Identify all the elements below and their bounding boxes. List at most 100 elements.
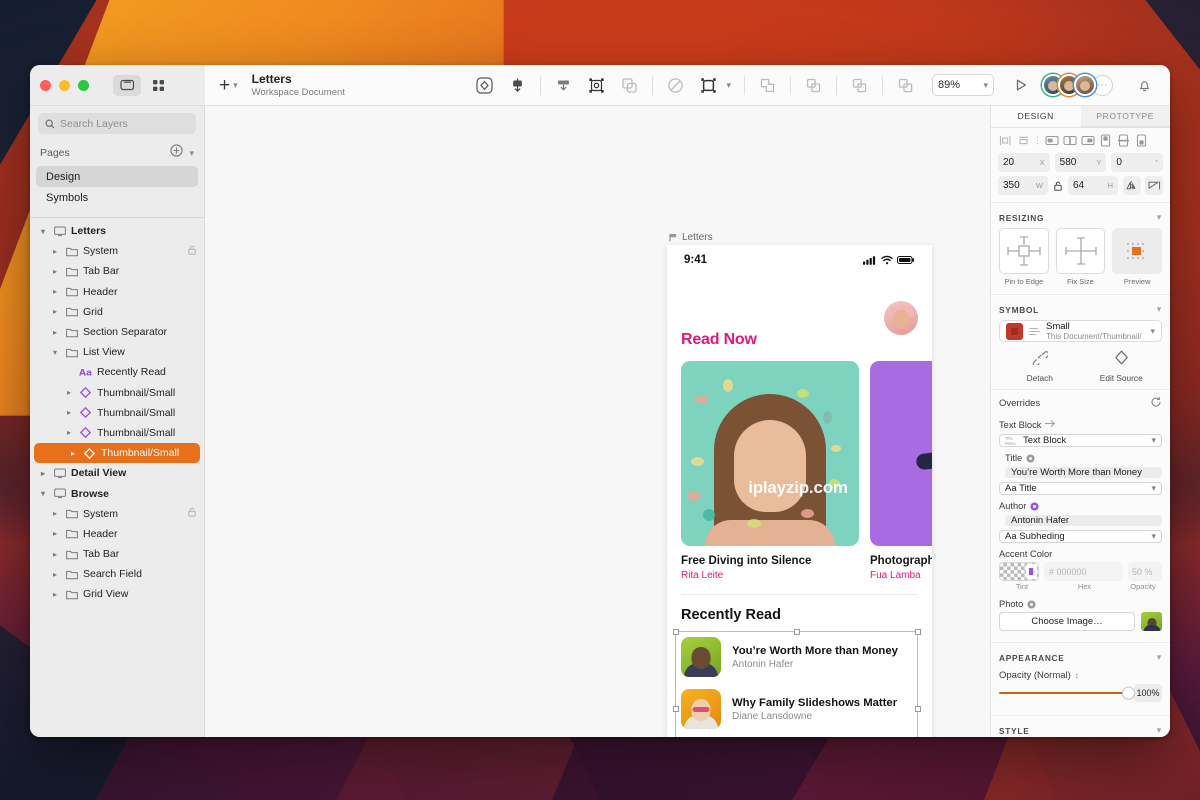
- tint-swatch[interactable]: [999, 562, 1039, 581]
- card[interactable]: Photographi Fua Lamba: [870, 361, 932, 581]
- page-item-design[interactable]: Design: [36, 166, 198, 187]
- grid-view-button[interactable]: [144, 75, 172, 96]
- style-section-header[interactable]: STYLE ▾: [991, 715, 1170, 737]
- bell-icon[interactable]: [1129, 72, 1160, 98]
- zoom-button[interactable]: [78, 80, 89, 91]
- boolean-difference-icon[interactable]: [890, 72, 921, 98]
- author-input[interactable]: Antonin Hafer: [1005, 515, 1162, 526]
- photo-thumbnail[interactable]: [1141, 612, 1162, 631]
- chevron-right-icon[interactable]: ▸: [50, 570, 60, 579]
- chevron-right-icon[interactable]: ▸: [50, 287, 60, 296]
- avatar[interactable]: [1074, 74, 1096, 96]
- chevron-right-icon[interactable]: ▸: [64, 408, 74, 417]
- rotation-field[interactable]: 0 °: [1111, 153, 1163, 172]
- boolean-subtract-icon[interactable]: [798, 72, 829, 98]
- chevron-right-icon[interactable]: ▸: [50, 509, 60, 518]
- align-right-button[interactable]: [1079, 133, 1096, 148]
- flip-vertical-icon[interactable]: [1145, 176, 1163, 195]
- align-bottom-button[interactable]: [1133, 133, 1150, 148]
- hex-input[interactable]: # 000000: [1044, 562, 1123, 581]
- slider-knob[interactable]: [1123, 688, 1134, 699]
- search-input[interactable]: Search Layers: [38, 113, 196, 134]
- tab-prototype[interactable]: PROTOTYPE: [1081, 106, 1171, 127]
- zoom-level-select[interactable]: 89% ▾: [932, 74, 994, 96]
- layer-row[interactable]: ▾Letters: [30, 221, 204, 241]
- collaborator-avatars[interactable]: ⋯: [1042, 74, 1113, 96]
- layer-row[interactable]: ▸Header: [30, 524, 204, 544]
- goto-icon[interactable]: [1045, 419, 1056, 430]
- chevron-down-icon[interactable]: ▾: [50, 348, 60, 357]
- override-toggle-icon[interactable]: [1030, 502, 1039, 511]
- align-top-button[interactable]: [1097, 133, 1114, 148]
- lock-icon[interactable]: [188, 245, 196, 258]
- text-block-select[interactable]: TitleName Text Block ▾: [999, 434, 1162, 447]
- mask-icon[interactable]: [614, 72, 645, 98]
- layer-row[interactable]: ▸Detail View: [30, 463, 204, 483]
- resize-preview-option[interactable]: Preview: [1112, 228, 1162, 286]
- artboard-letters[interactable]: 9:41 Read Now: [667, 245, 932, 737]
- minimize-button[interactable]: [59, 80, 70, 91]
- chevron-right-icon[interactable]: ▸: [50, 247, 60, 256]
- align-more-button[interactable]: ⋮: [1033, 135, 1042, 146]
- pages-chevron-down-icon[interactable]: ▾: [189, 148, 194, 159]
- width-field[interactable]: 350 W: [998, 176, 1048, 195]
- group-icon[interactable]: [548, 72, 579, 98]
- layer-row[interactable]: ▸Search Field: [30, 564, 204, 584]
- page-item-symbols[interactable]: Symbols: [36, 187, 198, 208]
- boolean-union-icon[interactable]: [752, 72, 783, 98]
- lock-icon[interactable]: [1053, 181, 1063, 191]
- artboard-label[interactable]: Letters: [669, 232, 713, 243]
- layer-row[interactable]: ▸Grid View: [30, 584, 204, 604]
- list-item[interactable]: Birds of a Feather: [667, 735, 932, 737]
- align-left-button[interactable]: [1043, 133, 1060, 148]
- layer-row[interactable]: ▸Grid: [30, 302, 204, 322]
- flip-horizontal-icon[interactable]: [1123, 176, 1141, 195]
- window-controls[interactable]: [40, 80, 89, 91]
- avatar[interactable]: [884, 301, 918, 335]
- add-menu-button[interactable]: + ▾: [219, 76, 250, 95]
- title-input[interactable]: You’re Worth More than Money: [1005, 467, 1162, 478]
- opacity-value-field[interactable]: 100%: [1134, 684, 1162, 702]
- fix-size-option[interactable]: Fix Size: [1056, 228, 1106, 286]
- chevron-right-icon[interactable]: ▸: [64, 428, 74, 437]
- add-page-button[interactable]: [170, 144, 183, 162]
- canvas-view-button[interactable]: [113, 75, 141, 96]
- no-fill-icon[interactable]: [660, 72, 691, 98]
- chevron-down-icon[interactable]: ▾: [38, 227, 48, 236]
- appearance-section-header[interactable]: APPEARANCE ▾: [991, 642, 1170, 668]
- stepper-icon[interactable]: ↕: [1075, 671, 1079, 680]
- layer-row[interactable]: ▸Tab Bar: [30, 544, 204, 564]
- override-toggle-icon[interactable]: [1027, 600, 1036, 609]
- chevron-right-icon[interactable]: ▸: [68, 449, 78, 458]
- symbol-section-header[interactable]: SYMBOL ▾: [991, 294, 1170, 320]
- layer-row[interactable]: ▸Header: [30, 282, 204, 302]
- tab-design[interactable]: DESIGN: [991, 106, 1081, 127]
- layer-row[interactable]: ▸System: [30, 504, 204, 524]
- layer-row[interactable]: AaRecently Read: [30, 362, 204, 382]
- chevron-right-icon[interactable]: ▸: [50, 529, 60, 538]
- layer-row[interactable]: ▸Thumbnail/Small: [30, 403, 204, 423]
- x-field[interactable]: 20 X: [998, 153, 1050, 172]
- chevron-right-icon[interactable]: ▸: [50, 590, 60, 599]
- chevron-right-icon[interactable]: ▸: [38, 469, 48, 478]
- align-horizontal-centers-button[interactable]: [1015, 133, 1032, 148]
- opacity-input[interactable]: 50 %: [1128, 562, 1162, 581]
- canvas[interactable]: Letters 9:41 Read Now: [205, 106, 990, 737]
- chevron-down-icon[interactable]: ▾: [38, 489, 48, 498]
- list-item[interactable]: You’re Worth More than Money Antonin Haf…: [667, 631, 932, 683]
- boolean-intersect-icon[interactable]: [844, 72, 875, 98]
- layer-row[interactable]: ▸Section Separator: [30, 322, 204, 342]
- chevron-right-icon[interactable]: ▸: [64, 388, 74, 397]
- chevron-right-icon[interactable]: ▸: [50, 328, 60, 337]
- chevron-right-icon[interactable]: ▸: [50, 267, 60, 276]
- preview-play-button[interactable]: [1005, 72, 1036, 98]
- view-toggle[interactable]: [113, 75, 172, 96]
- edit-source-button[interactable]: Edit Source: [1081, 350, 1163, 383]
- transform-chevron-down-icon[interactable]: ▾: [726, 80, 731, 91]
- layer-row[interactable]: ▸System: [30, 241, 204, 261]
- chevron-right-icon[interactable]: ▸: [50, 307, 60, 316]
- title-style-select[interactable]: Aa Title ▾: [999, 482, 1162, 495]
- y-field[interactable]: 580 Y: [1055, 153, 1107, 172]
- lock-icon[interactable]: [188, 507, 196, 520]
- transform-icon[interactable]: [693, 72, 724, 98]
